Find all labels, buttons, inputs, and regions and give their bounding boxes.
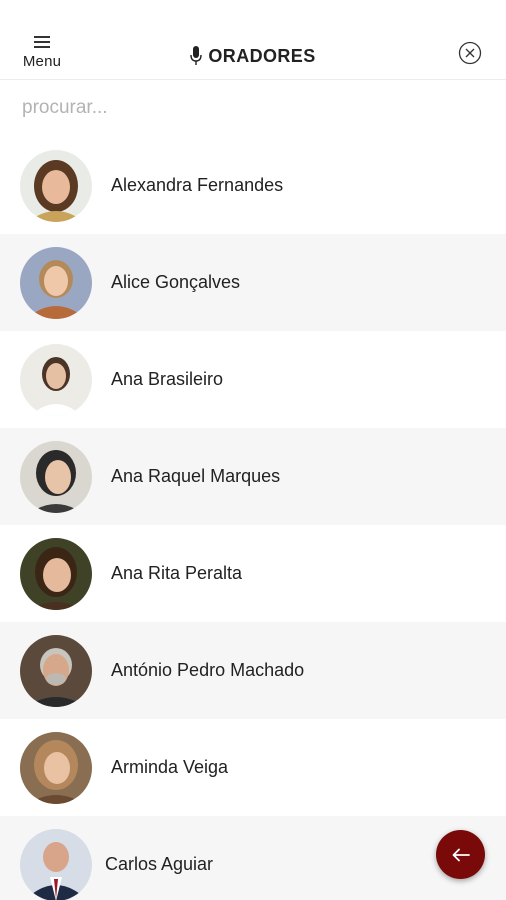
avatar <box>20 829 92 900</box>
search-bar <box>0 81 506 137</box>
speaker-name: Ana Brasileiro <box>111 369 224 389</box>
speaker-name: Alice Gonçalves <box>111 272 241 292</box>
speaker-row[interactable]: Ana Brasileiro <box>0 331 506 428</box>
close-circle-icon <box>458 41 482 65</box>
speaker-list: Alexandra Fernandes Alice Gonçalves Ana … <box>0 137 506 900</box>
speaker-row[interactable]: Carlos Aguiar <box>0 816 506 900</box>
speaker-row[interactable]: Alice Gonçalves <box>0 234 506 331</box>
speaker-name: António Pedro Machado <box>111 660 305 680</box>
arrow-left-icon <box>452 848 470 861</box>
speaker-name: Alexandra Fernandes <box>111 175 284 195</box>
avatar <box>20 732 92 804</box>
back-fab-button[interactable] <box>436 830 485 879</box>
search-input[interactable] <box>22 91 482 125</box>
page-title: ORADORES <box>208 45 316 66</box>
close-button[interactable] <box>458 41 482 65</box>
avatar <box>20 344 92 416</box>
speaker-name: Arminda Veiga <box>111 757 229 777</box>
speaker-row[interactable]: Arminda Veiga <box>0 719 506 816</box>
speakers-screen: Menu ORADORES procurar... Alexandra Fern… <box>0 0 506 900</box>
microphone-icon <box>190 46 203 65</box>
avatar <box>20 150 92 222</box>
app-header: Menu ORADORES <box>0 0 506 80</box>
speaker-row[interactable]: Ana Rita Peralta <box>0 525 506 622</box>
speaker-row[interactable]: Alexandra Fernandes <box>0 137 506 234</box>
speaker-row[interactable]: António Pedro Machado <box>0 622 506 719</box>
speaker-name: Ana Rita Peralta <box>111 563 243 583</box>
avatar <box>20 635 92 707</box>
speaker-row[interactable]: Ana Raquel Marques <box>0 428 506 525</box>
speaker-name: Carlos Aguiar <box>105 854 214 874</box>
avatar <box>20 538 92 610</box>
avatar <box>20 247 92 319</box>
avatar <box>20 441 92 513</box>
speaker-name: Ana Raquel Marques <box>111 466 281 486</box>
page-title-wrap: ORADORES <box>0 44 506 68</box>
